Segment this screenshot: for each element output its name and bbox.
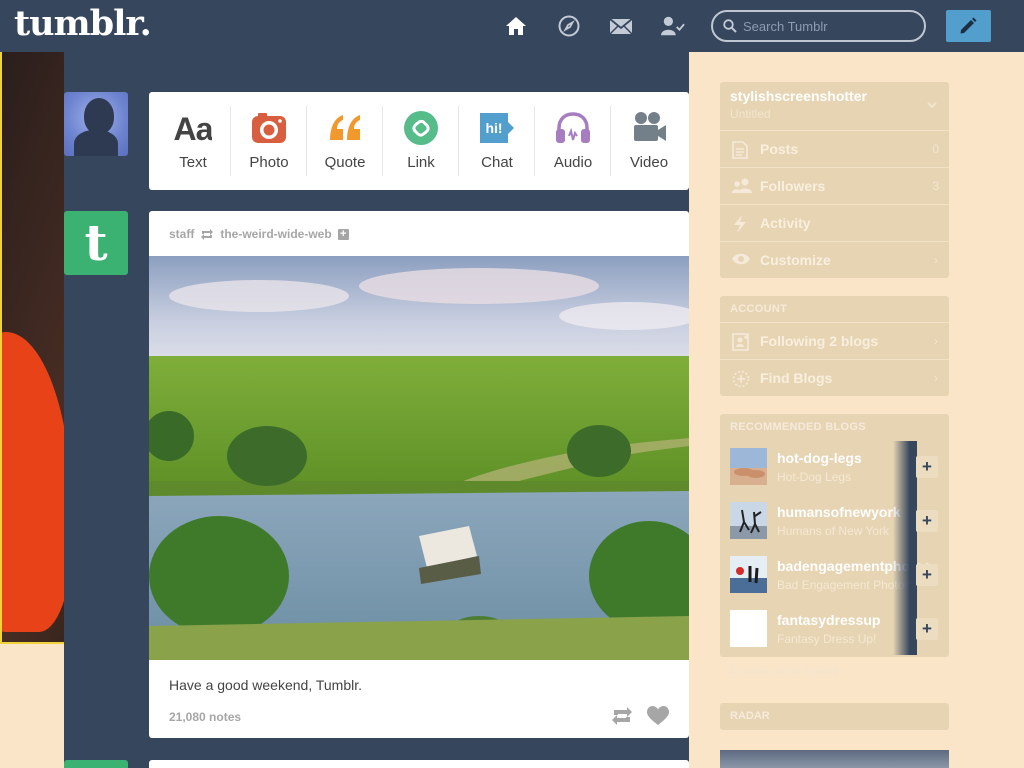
search-icon [723, 19, 737, 33]
post-type-label: Audio [553, 154, 593, 171]
sidebar-item-followers[interactable]: Followers 3 [720, 167, 949, 204]
blog-title: Untitled [730, 107, 771, 121]
tumblr-logo[interactable]: tumblr. [14, 3, 152, 44]
home-icon[interactable] [504, 14, 528, 38]
account-heading: ACCOUNT [730, 303, 788, 315]
follow-button[interactable]: + [916, 564, 938, 586]
reblog-icon[interactable] [611, 707, 633, 725]
radar-section: RADAR [720, 703, 949, 730]
video-camera-icon [634, 112, 666, 141]
post-type-label: Video [629, 154, 669, 171]
posts-icon [732, 141, 748, 159]
svg-text:hi!: hi! [485, 120, 502, 136]
post-type-link[interactable]: Link [383, 92, 459, 190]
next-post-avatar [64, 760, 128, 768]
recommended-fade [893, 441, 917, 655]
heart-icon[interactable] [647, 706, 669, 726]
chevron-right-icon: › [934, 253, 938, 267]
post-type-photo[interactable]: Photo [231, 92, 307, 190]
search-input[interactable] [743, 16, 913, 36]
link-icon [404, 111, 438, 145]
explore-compass-icon[interactable] [557, 14, 581, 38]
chevron-right-icon: › [934, 334, 938, 348]
blog-avatar [730, 610, 767, 647]
account-menu: ACCOUNT Following 2 blogs › Find Blogs › [720, 296, 949, 396]
follow-plus-icon[interactable]: + [337, 228, 349, 240]
chevron-down-icon[interactable] [927, 102, 937, 109]
following-icon [732, 333, 749, 351]
camera-icon [252, 113, 286, 143]
post-author-link[interactable]: staff [169, 227, 194, 241]
post-type-text[interactable]: Aa Text [155, 92, 231, 190]
recommended-heading: RECOMMENDED BLOGS [730, 421, 866, 433]
quote-icon [330, 115, 360, 140]
follow-button[interactable]: + [916, 618, 938, 640]
account-icon[interactable] [661, 14, 685, 38]
sidebar-item-following[interactable]: Following 2 blogs › [720, 322, 949, 359]
compose-post-button[interactable] [946, 10, 991, 42]
radar-image[interactable] [720, 750, 949, 768]
post-notes-count[interactable]: 21,080 notes [169, 710, 241, 724]
blog-avatar [730, 448, 767, 485]
chat-icon: hi! [480, 113, 514, 143]
explore-tumblr-link[interactable]: Explore all of Tumblr [730, 664, 839, 678]
user-avatar[interactable] [64, 92, 128, 156]
find-blogs-icon [732, 370, 750, 388]
search-box[interactable] [711, 10, 926, 42]
blog-avatar [730, 556, 767, 593]
customize-eye-icon [732, 253, 750, 265]
radar-heading: RADAR [730, 710, 770, 722]
chevron-right-icon: › [934, 371, 938, 385]
post-type-label: Link [407, 154, 435, 171]
text-icon: Aa [174, 111, 212, 146]
post-type-video[interactable]: Video [611, 92, 687, 190]
sidebar-item-customize[interactable]: Customize › [720, 241, 949, 278]
post-type-label: Photo [249, 154, 289, 171]
sidebar-item-activity[interactable]: Activity [720, 204, 949, 241]
post-type-quote[interactable]: Quote [307, 92, 383, 190]
blog-menu: stylishscreenshotter Untitled Posts 0 Fo… [720, 82, 949, 278]
post-caption: Have a good weekend, Tumblr. [169, 677, 363, 693]
post-type-audio[interactable]: Audio [535, 92, 611, 190]
sidebar-item-posts[interactable]: Posts 0 [720, 130, 949, 167]
blog-name[interactable]: stylishscreenshotter [730, 88, 867, 104]
activity-bolt-icon [734, 215, 746, 233]
post-type-label: Text [179, 154, 207, 171]
reblogged-from-link[interactable]: the-weird-wide-web [220, 227, 331, 241]
blog-avatar [730, 502, 767, 539]
inbox-mail-icon[interactable] [609, 14, 633, 38]
post-type-chat[interactable]: hi! Chat [459, 92, 535, 190]
staff-avatar[interactable]: t [64, 211, 128, 275]
post-type-label: Chat [481, 154, 513, 171]
sidebar-item-find-blogs[interactable]: Find Blogs › [720, 359, 949, 396]
followers-icon [732, 178, 752, 193]
headphones-icon [556, 112, 590, 143]
pencil-icon [960, 17, 977, 34]
svg-text:Aa: Aa [174, 111, 212, 146]
reblog-small-icon [201, 228, 214, 240]
post-type-label: Quote [324, 154, 366, 171]
dashboard-post: staff the-weird-wide-web + Have a good w… [149, 211, 689, 738]
top-bar: tumblr. [0, 0, 1024, 52]
follow-button[interactable]: + [916, 510, 938, 532]
post-image[interactable] [149, 256, 689, 660]
follow-button[interactable]: + [916, 456, 938, 478]
post-type-composer: Aa Text Photo Quote Link hi! Chat Audio … [149, 92, 689, 190]
next-post [149, 760, 689, 768]
post-header: staff the-weird-wide-web + [169, 227, 349, 241]
